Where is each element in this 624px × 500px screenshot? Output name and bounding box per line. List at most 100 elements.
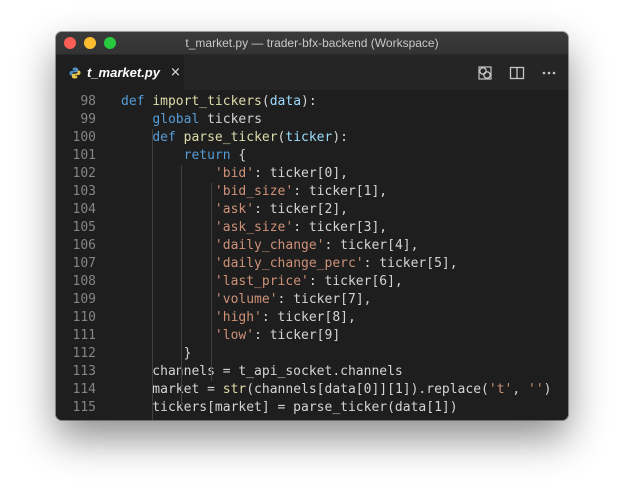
code-token: 'last_price' [214,274,309,289]
code-token: ( [261,94,270,109]
code-line[interactable]: 100 def parse_ticker(ticker): [56,129,568,147]
code-token: : ticker[5], [363,256,458,271]
code-token: 't' [488,382,513,397]
code-token: : ticker[1], [293,184,388,199]
code-token: 'ask' [214,202,255,217]
code-line[interactable]: 110 'high': ticker[8], [56,309,568,327]
code-token: tickers [199,112,262,127]
line-number: 112 [72,346,96,361]
code-token: 'daily_change' [214,238,325,253]
tab-close-icon[interactable]: × [170,65,181,80]
code-token: ticker [285,130,333,145]
code-editor[interactable]: 98 def import_tickers(data): 99 global tic… [56,90,568,420]
line-number: 111 [72,328,96,343]
code-text: channels = t_api_socket.channels [121,363,403,381]
split-editor-icon[interactable] [508,64,526,82]
code-token: def [121,94,153,109]
code-text: market = str(channels[data[0]][1]).repla… [121,381,552,399]
code-token: 'volume' [214,292,278,307]
code-token: : ticker[8], [261,310,356,325]
code-line[interactable]: 102 'bid': ticker[0], [56,165,568,183]
code-line[interactable]: 106 'daily_change': ticker[4], [56,237,568,255]
code-token: 'ask_size' [214,220,294,235]
code-token: '' [528,382,544,397]
code-token: , [512,382,529,397]
code-token: str [222,382,247,397]
code-text: return { [121,147,247,165]
line-number: 110 [72,310,96,325]
code-text: 'bid': ticker[0], [121,165,348,183]
code-line[interactable]: 108 'last_price': ticker[6], [56,273,568,291]
code-line[interactable]: 104 'ask': ticker[2], [56,201,568,219]
code-token: : ticker[2], [254,202,348,217]
code-text: global tickers [121,111,262,129]
code-text: 'daily_change': ticker[4], [121,237,419,255]
indent-guide [152,129,153,420]
code-token: 'daily_change_perc' [214,256,364,271]
line-number: 98 [80,94,96,109]
tab-label: t_market.py [87,65,160,80]
editor-window: t_market.py — trader-bfx-backend (Worksp… [56,32,568,420]
window-title: t_market.py — trader-bfx-backend (Worksp… [185,36,439,50]
code-token: : ticker[0], [254,166,348,181]
code-token: tickers[market] = parse_ticker(data[1]) [121,400,458,415]
python-file-icon [69,67,81,78]
code-text: def import_tickers(data): [121,93,317,111]
code-token: ): [301,94,317,109]
open-changes-icon[interactable] [476,64,494,82]
code-token: 'bid_size' [214,184,294,199]
line-number: 106 [72,238,96,253]
more-actions-icon[interactable] [540,64,558,82]
code-token: (channels[data[0]][1]).replace( [246,382,489,397]
code-token: market = [121,382,223,397]
line-number: 108 [72,274,96,289]
code-line[interactable]: 103 'bid_size': ticker[1], [56,183,568,201]
code-text: 'ask_size': ticker[3], [121,219,387,237]
editor-actions [476,55,558,90]
code-token: channels = t_api_socket.channels [121,364,403,379]
code-text: 'low': ticker[9] [121,327,340,345]
code-token: parse_ticker [183,130,278,145]
code-line[interactable]: 113 channels = t_api_socket.channels [56,363,568,381]
code-text: def parse_ticker(ticker): [121,129,348,147]
code-text: 'bid_size': ticker[1], [121,183,387,201]
code-text: tickers[market] = parse_ticker(data[1]) [121,399,458,417]
code-token: { [230,148,247,163]
code-line[interactable]: 114 market = str(channels[data[0]][1]).r… [56,381,568,399]
code-line[interactable]: 101 return { [56,147,568,165]
line-number: 103 [72,184,96,199]
code-text: 'high': ticker[8], [121,309,356,327]
code-line[interactable]: 99 global tickers [56,111,568,129]
code-line[interactable]: 115 tickers[market] = parse_ticker(data[… [56,399,568,417]
code-token: global [152,112,200,127]
code-token: 'high' [214,310,262,325]
line-number: 100 [72,130,96,145]
tab-bar: t_market.py × [56,55,568,90]
line-number: 109 [72,292,96,307]
code-text: 'daily_change_perc': ticker[5], [121,255,458,273]
line-number: 115 [72,400,96,415]
tab-t-market-py[interactable]: t_market.py × [56,55,184,90]
code-token: data [269,94,302,109]
code-line[interactable]: 111 'low': ticker[9] [56,327,568,345]
indent-guide [181,165,182,405]
code-line[interactable]: 105 'ask_size': ticker[3], [56,219,568,237]
code-token: 'low' [214,328,255,343]
code-line[interactable]: 98 def import_tickers(data): [56,93,568,111]
code-token: ) [543,382,552,397]
code-line[interactable]: 107 'daily_change_perc': ticker[5], [56,255,568,273]
code-line[interactable]: 112 } [56,345,568,363]
line-number: 114 [72,382,96,397]
code-line[interactable]: 109 'volume': ticker[7], [56,291,568,309]
